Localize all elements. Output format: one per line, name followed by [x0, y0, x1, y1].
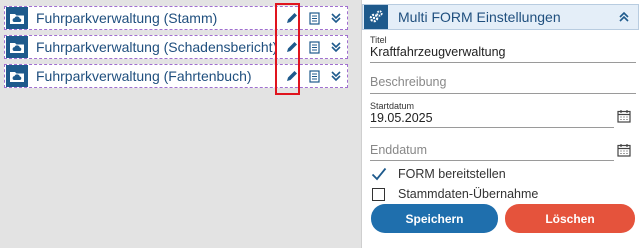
- panel-header: Multi FORM Einstellungen: [362, 4, 639, 30]
- form-row-fahrtenbuch[interactable]: Fuhrparkverwaltung (Fahrtenbuch): [4, 64, 348, 88]
- startdatum-underline: [370, 127, 614, 128]
- save-button[interactable]: Speichern: [371, 204, 498, 233]
- stammdaten-checkbox[interactable]: [372, 188, 385, 201]
- startdatum-input[interactable]: 19.05.2025: [370, 111, 433, 125]
- pencil-icon[interactable]: [281, 36, 303, 58]
- bereitstellen-checkbox[interactable]: [371, 166, 387, 182]
- form-row-label: Fuhrparkverwaltung (Fahrtenbuch): [36, 68, 252, 84]
- beschreibung-input[interactable]: Beschreibung: [370, 75, 446, 89]
- double-chevron-up-icon[interactable]: [614, 7, 634, 27]
- form-row-stamm[interactable]: Fuhrparkverwaltung (Stamm): [4, 6, 348, 30]
- document-list-icon[interactable]: [303, 36, 325, 58]
- enddatum-underline: [370, 160, 614, 161]
- startdatum-label: Startdatum: [370, 101, 415, 111]
- enddatum-input[interactable]: Enddatum: [370, 143, 427, 157]
- form-row-label: Fuhrparkverwaltung (Schadensbericht): [36, 39, 278, 55]
- pencil-icon[interactable]: [281, 7, 303, 29]
- folder-cloud-icon: [6, 7, 28, 29]
- folder-cloud-icon: [6, 36, 28, 58]
- panel-title: Multi FORM Einstellungen: [398, 9, 561, 25]
- gears-icon: [364, 5, 388, 29]
- pencil-icon[interactable]: [281, 65, 303, 87]
- titel-label: Titel: [370, 35, 387, 45]
- beschreibung-underline: [370, 93, 636, 94]
- double-chevron-down-icon[interactable]: [325, 65, 347, 87]
- form-row-schadensbericht[interactable]: Fuhrparkverwaltung (Schadensbericht): [4, 35, 348, 59]
- document-list-icon[interactable]: [303, 7, 325, 29]
- titel-input[interactable]: Kraftfahrzeugverwaltung: [370, 45, 506, 59]
- form-list: Fuhrparkverwaltung (Stamm) Fuhrparkverwa…: [0, 0, 356, 248]
- delete-button[interactable]: Löschen: [505, 204, 635, 233]
- document-list-icon[interactable]: [303, 65, 325, 87]
- titel-underline: [370, 62, 636, 63]
- settings-panel: Multi FORM Einstellungen Titel Kraftfahr…: [361, 0, 643, 248]
- bereitstellen-label: FORM bereitstellen: [398, 167, 506, 181]
- folder-cloud-icon: [6, 65, 28, 87]
- calendar-icon[interactable]: [617, 143, 631, 157]
- form-row-label: Fuhrparkverwaltung (Stamm): [36, 10, 218, 26]
- double-chevron-down-icon[interactable]: [325, 36, 347, 58]
- double-chevron-down-icon[interactable]: [325, 7, 347, 29]
- stammdaten-label: Stammdaten-Übernahme: [398, 187, 539, 201]
- calendar-icon[interactable]: [617, 109, 631, 123]
